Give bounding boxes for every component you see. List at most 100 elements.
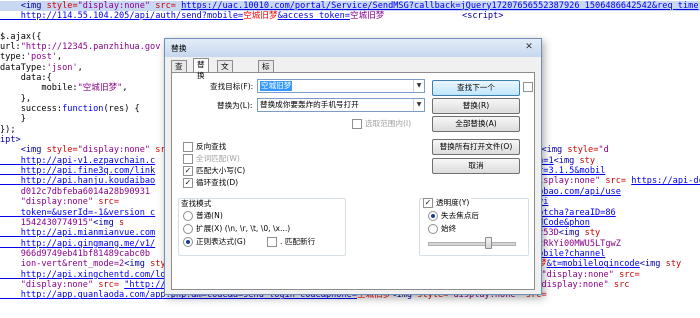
dialog-title: 替换 xyxy=(171,44,187,53)
find-next-button[interactable]: 查找下一个 xyxy=(432,80,520,96)
code-token: src= xyxy=(93,279,125,290)
wrap-around-label: 循环查找(D) xyxy=(196,178,239,187)
code-token: <img xyxy=(558,228,585,239)
code-line[interactable]: dataType:'json', xyxy=(0,63,83,73)
replace-input[interactable]: 替换成你要轰炸的手机号打开 ▼ xyxy=(257,98,425,112)
whole-word-checkbox[interactable]: 全词匹配(W) xyxy=(183,153,240,164)
code-token: http://114.55.104.205/api/auth/send?mobi… xyxy=(0,10,244,21)
dialog-titlebar[interactable]: 替换 ✕ xyxy=(165,39,541,57)
code-token: <script> xyxy=(384,10,504,21)
code-token: src= xyxy=(600,176,632,187)
transparency-slider[interactable] xyxy=(428,242,516,246)
code-token: https://api-dcd xyxy=(631,176,700,187)
code-token: style= xyxy=(567,145,599,156)
match-case-checkbox[interactable]: ✓ 匹配大小写(C) xyxy=(183,165,245,176)
mode-extended-radio[interactable]: 扩展(X) (\n, \r, \t, \0, \x...) xyxy=(183,223,290,234)
checkbox-box xyxy=(523,82,533,92)
code-line[interactable]: mobile:"空城旧梦", xyxy=(0,83,127,94)
code-token: <img xyxy=(0,145,47,156)
replace-all-open-files-button[interactable]: 替换所有打开文件(O) xyxy=(432,139,520,155)
on-lose-focus-radio[interactable]: 失去焦点后 xyxy=(428,210,479,221)
code-token: "display:none" xyxy=(0,279,94,290)
code-token: src= xyxy=(613,269,640,280)
code-token: function xyxy=(62,104,104,114)
search-mode-group: 查找模式 普通(N) 扩展(X) (\n, \r, \t, \0, \x...)… xyxy=(178,198,346,256)
transparency-checkbox[interactable]: ✓ 透明度(Y) xyxy=(423,197,472,208)
checkbox-box xyxy=(267,236,277,247)
mode-normal-label: 普通(N) xyxy=(196,211,223,220)
radio-dot xyxy=(428,210,438,221)
checkbox-box xyxy=(183,153,193,164)
code-line[interactable]: } xyxy=(0,114,26,124)
mode-normal-radio[interactable]: 普通(N) xyxy=(183,210,223,221)
dot-matches-newline-checkbox[interactable]: . 匹配新行 xyxy=(267,236,315,247)
whole-word-label: 全词匹配(W) xyxy=(196,154,240,163)
check-icon: ✓ xyxy=(183,177,193,188)
code-token: "display:none" xyxy=(541,269,614,280)
close-icon[interactable]: ✕ xyxy=(523,42,535,53)
wrap-around-checkbox[interactable]: ✓ 循环查找(D) xyxy=(183,177,238,188)
radio-dot xyxy=(183,223,193,234)
replace-button[interactable]: 替换(R) xyxy=(432,98,520,114)
code-line[interactable]: $.ajax({ xyxy=(0,32,41,42)
replace-label: 替换为(L): xyxy=(217,101,253,110)
radio-dot xyxy=(183,210,193,221)
reverse-search-checkbox[interactable]: 反向查找 xyxy=(183,141,226,152)
code-token: style= xyxy=(46,145,78,156)
code-token: 'json' xyxy=(46,62,78,73)
checkbox-box xyxy=(352,118,362,129)
code-line[interactable]: ipt> xyxy=(0,135,21,145)
code-token: }, xyxy=(0,93,32,104)
transparency-slider-thumb[interactable] xyxy=(485,237,493,249)
tab-replace[interactable]: 替换 xyxy=(193,58,209,80)
code-token: type: xyxy=(0,52,26,63)
code-token: dataType: xyxy=(0,62,47,73)
find-input[interactable]: 空城旧梦 ▼ xyxy=(257,79,425,93)
mode-regex-radio[interactable]: 正则表达式(G) xyxy=(183,236,246,247)
code-token: , xyxy=(77,62,83,73)
code-token: 空城旧梦 xyxy=(350,10,385,21)
replace-all-button[interactable]: 全部替换(A) xyxy=(432,116,520,132)
on-lose-focus-label: 失去焦点后 xyxy=(441,211,479,220)
code-line[interactable]: }, xyxy=(0,94,31,104)
code-token: "空城旧梦" xyxy=(77,83,123,94)
code-token: $.ajax({ xyxy=(0,31,42,42)
code-token: <img xyxy=(553,155,580,166)
in-selection-checkbox[interactable]: 选取范围内(I) xyxy=(352,118,411,129)
chevron-down-icon[interactable]: ▼ xyxy=(413,99,424,111)
code-line[interactable]: data:{ xyxy=(0,73,52,83)
code-token: sty xyxy=(579,155,596,166)
code-line[interactable]: }); xyxy=(0,125,16,135)
replace-dialog: 替换 ✕ 查找 替换 文件查找 标记 查找目标(F): 空城旧梦 ▼ 替换为(L… xyxy=(164,38,542,295)
code-token: d012c7dbfeba6014a28b90931 xyxy=(0,186,151,197)
chevron-down-icon[interactable]: ▼ xyxy=(413,80,424,92)
check-icon: ✓ xyxy=(183,165,193,176)
code-token: http://api.fine3q.com/link xyxy=(0,166,156,177)
tab-mark[interactable]: 标记 xyxy=(258,60,274,82)
find-next-option-checkbox[interactable] xyxy=(523,82,536,92)
code-line[interactable]: <img style="display:none" src= https://u… xyxy=(0,0,700,11)
code-token: mobile: xyxy=(0,83,78,94)
code-token: token=&userId=-1&version_c xyxy=(0,207,156,218)
mode-regex-label: 正则表达式(G) xyxy=(196,237,246,246)
code-token: "display:none" xyxy=(536,279,609,290)
mode-extended-label: 扩展(X) (\n, \r, \t, \0, \x...) xyxy=(196,224,291,233)
code-line[interactable]: success:function(res) { xyxy=(0,104,140,114)
dot-matches-newline-label: . 匹配新行 xyxy=(280,237,316,246)
find-label: 查找目标(F): xyxy=(210,82,254,91)
check-icon: ✓ xyxy=(423,197,433,208)
tab-find[interactable]: 查找 xyxy=(171,60,187,82)
code-token: <img xyxy=(0,0,47,11)
tab-find-in-files[interactable]: 文件查找 xyxy=(217,60,233,104)
code-token: data:{ xyxy=(0,72,52,83)
cancel-button[interactable]: 取消 xyxy=(432,158,520,174)
code-line[interactable]: url:"http://12345.panzhihua.gov xyxy=(0,42,160,52)
always-radio[interactable]: 始终 xyxy=(428,223,456,234)
code-token: sty xyxy=(665,259,682,270)
code-line[interactable]: type:'post', xyxy=(0,52,62,62)
code-token: http://api.qingmang.me/v1/ xyxy=(0,238,156,249)
code-token: <img xyxy=(541,145,568,156)
code-line[interactable]: http://114.55.104.205/api/auth/send?mobi… xyxy=(0,10,504,21)
code-token: <img xyxy=(93,217,120,228)
replace-input-value: 替换成你要轰炸的手机号打开 xyxy=(260,100,359,109)
